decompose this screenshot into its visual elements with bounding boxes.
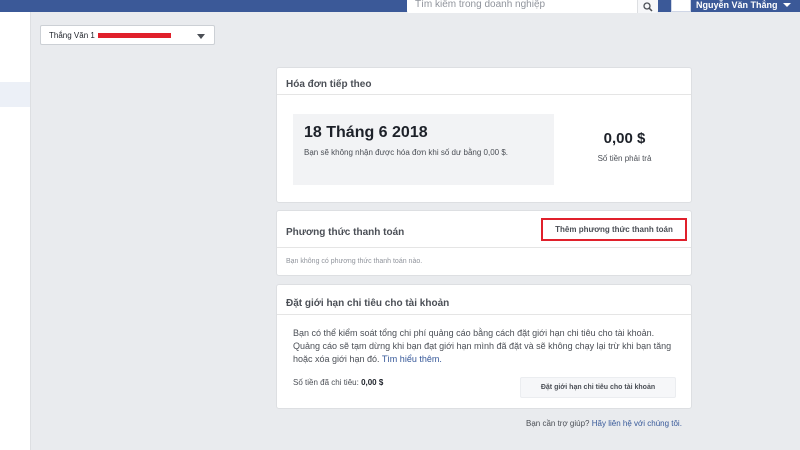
spending-limit-card: Đặt giới hạn chi tiêu cho tài khoản Bạn …	[276, 284, 692, 409]
search-button[interactable]	[637, 0, 658, 13]
spending-limit-description: Bạn có thể kiểm soát tổng chi phí quảng …	[293, 327, 683, 366]
next-bill-card: Hóa đơn tiếp theo 18 Tháng 6 2018 Bạn sẽ…	[276, 67, 692, 203]
bill-date: 18 Tháng 6 2018	[304, 124, 428, 141]
add-payment-method-button[interactable]: Thêm phương thức thanh toán	[541, 218, 687, 241]
no-payment-method-text: Bạn không có phương thức thanh toán nào.	[286, 258, 423, 265]
caret-down-icon[interactable]	[782, 3, 791, 7]
set-spending-limit-button[interactable]: Đặt giới hạn chi tiêu cho tài khoản	[520, 377, 676, 398]
left-navigation	[0, 12, 31, 450]
payment-methods-card: Phương thức thanh toán Thêm phương thức …	[276, 210, 692, 276]
amount-spent-value: 0,00 $	[361, 378, 384, 387]
user-name[interactable]: Nguyễn Văn Thắng	[696, 0, 778, 10]
help-text: Bạn cần trợ giúp? Hãy liên hệ với chúng …	[526, 419, 682, 428]
account-selector[interactable]: Thắng Văn 1	[40, 25, 215, 45]
next-bill-header: Hóa đơn tiếp theo	[277, 68, 691, 95]
search-input[interactable]	[407, 0, 637, 13]
chevron-down-icon	[197, 34, 205, 39]
spending-limit-title: Đặt giới hạn chi tiêu cho tài khoản	[286, 298, 450, 309]
spending-limit-text: Bạn có thể kiểm soát tổng chi phí quảng …	[293, 328, 672, 364]
search-icon	[643, 2, 653, 12]
spending-limit-header: Đặt giới hạn chi tiêu cho tài khoản	[277, 285, 691, 315]
amount-due: 0,00 $	[603, 130, 646, 147]
bill-description: Bạn sẽ không nhận được hóa đơn khi số dư…	[304, 148, 509, 157]
learn-more-link[interactable]: Tìm hiểu thêm.	[382, 354, 442, 364]
user-menu[interactable]: Nguyễn Văn Thắng	[671, 0, 791, 12]
bill-date-box: 18 Tháng 6 2018 Bạn sẽ không nhận được h…	[293, 114, 554, 185]
redaction-mark	[97, 33, 171, 38]
account-name: Thắng Văn 1	[49, 30, 95, 40]
amount-due-label: Số tiền phải trả	[597, 154, 652, 163]
amount-spent-label: Số tiền đã chi tiêu:	[293, 378, 359, 387]
payment-methods-title: Phương thức thanh toán	[286, 227, 405, 238]
avatar[interactable]	[671, 0, 691, 12]
left-nav-active-item[interactable]	[0, 82, 30, 107]
next-bill-title: Hóa đơn tiếp theo	[286, 79, 372, 90]
amount-due-box: 0,00 $ Số tiền phải trả	[557, 130, 692, 163]
contact-us-link[interactable]: Hãy liên hệ với chúng tôi.	[592, 419, 682, 428]
top-navigation-bar: Nguyễn Văn Thắng	[0, 0, 800, 13]
help-prefix: Bạn cần trợ giúp?	[526, 419, 590, 428]
search-box[interactable]	[407, 0, 637, 13]
amount-spent: Số tiền đã chi tiêu: 0,00 $	[293, 378, 383, 387]
